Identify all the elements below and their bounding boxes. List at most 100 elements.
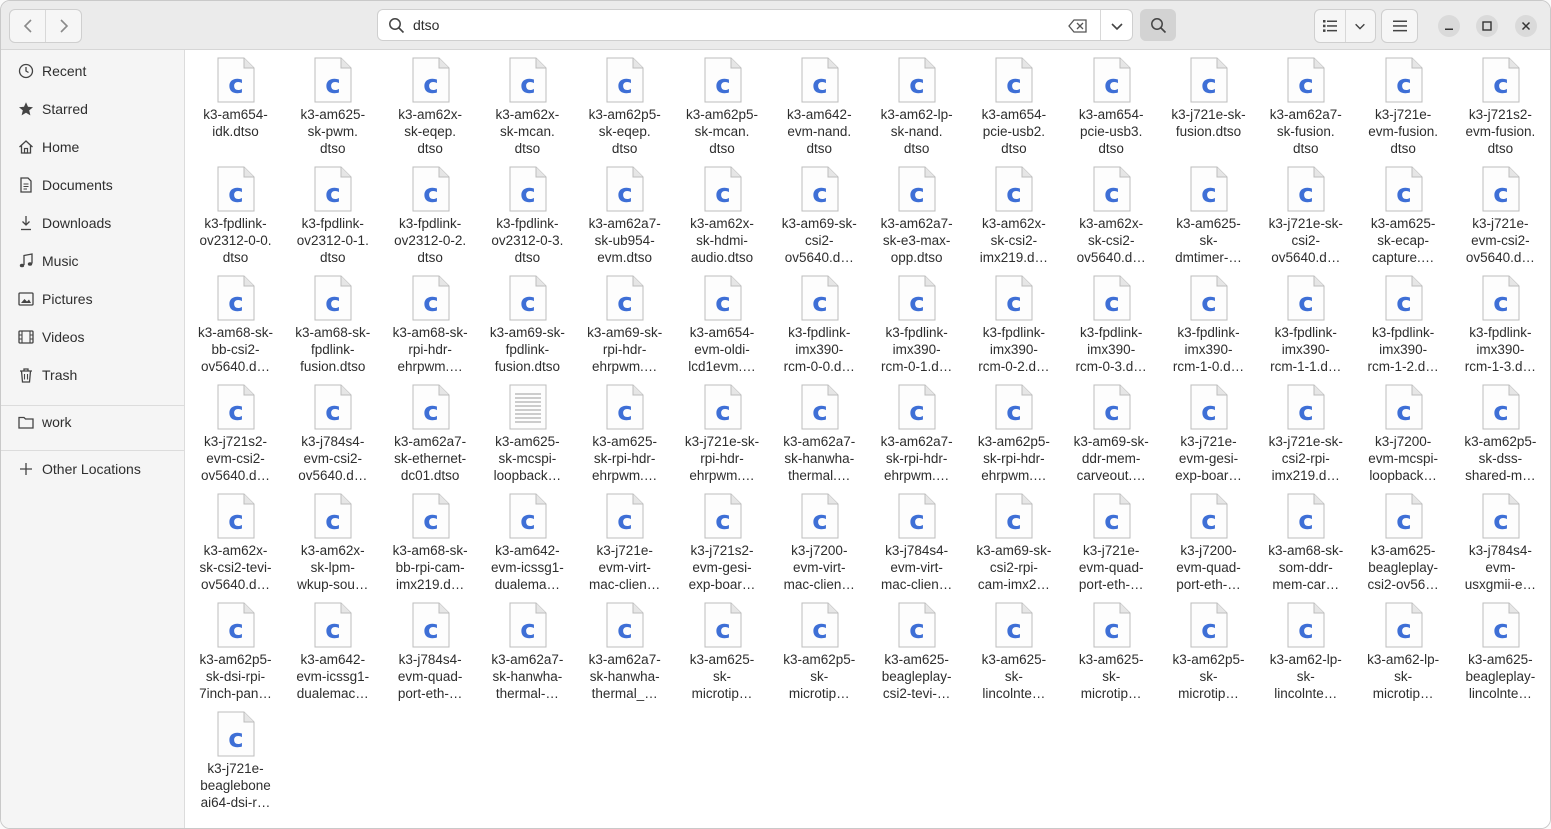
main-menu-button[interactable] bbox=[1381, 9, 1418, 43]
minimize-button[interactable] bbox=[1438, 15, 1460, 37]
file-item[interactable]: c k3-am62x- sk-csi2- imx219.d… bbox=[965, 160, 1062, 269]
file-item[interactable]: c k3-am62x- sk-hdmi- audio.dtso bbox=[674, 160, 771, 269]
list-view-button[interactable] bbox=[1315, 10, 1345, 42]
file-item[interactable]: c k3-am62p5- sk- microtip… bbox=[771, 596, 868, 705]
file-item[interactable]: c k3-fpdlink- ov2312-0-2. dtso bbox=[382, 160, 479, 269]
file-item[interactable]: c k3-fpdlink- ov2312-0-1. dtso bbox=[284, 160, 381, 269]
file-item[interactable]: c k3-j721s2- evm-gesi- exp-boar… bbox=[674, 487, 771, 596]
file-item[interactable]: c k3-am69-sk- csi2-rpi- cam-imx2… bbox=[965, 487, 1062, 596]
file-item[interactable]: c k3-am69-sk- csi2- ov5640.d… bbox=[771, 160, 868, 269]
search-input[interactable]: dtso bbox=[377, 9, 1133, 41]
file-item[interactable]: c k3-am62a7- sk-fusion. dtso bbox=[1257, 51, 1354, 160]
file-item[interactable]: c k3-am62a7- sk-e3-max- opp.dtso bbox=[868, 160, 965, 269]
file-item[interactable]: c k3-am68-sk- bb-rpi-cam- imx219.d… bbox=[382, 487, 479, 596]
sidebar-item-recent[interactable]: Recent bbox=[1, 53, 184, 89]
file-item[interactable]: c k3-j721e- evm-quad- port-eth-… bbox=[1063, 487, 1160, 596]
file-item[interactable]: c k3-am62x- sk-csi2- ov5640.d… bbox=[1063, 160, 1160, 269]
sidebar-item-home[interactable]: Home bbox=[1, 129, 184, 165]
file-item[interactable]: c k3-am62a7- sk-hanwha- thermal.… bbox=[771, 378, 868, 487]
file-item[interactable]: c k3-am642- evm-icssg1- dualema… bbox=[479, 487, 576, 596]
file-item[interactable]: c k3-am62p5- sk-dss- shared-m… bbox=[1452, 378, 1549, 487]
file-item[interactable]: c k3-fpdlink- ov2312-0-3. dtso bbox=[479, 160, 576, 269]
file-item[interactable]: c k3-am654- evm-oldi- lcd1evm.… bbox=[674, 269, 771, 378]
search-query[interactable]: dtso bbox=[413, 17, 439, 33]
file-item[interactable]: c k3-am625- sk- dmtimer-… bbox=[1160, 160, 1257, 269]
file-item[interactable]: c k3-j7200- evm-mcspi- loopback… bbox=[1355, 378, 1452, 487]
file-item[interactable]: c k3-j721e-sk- csi2- ov5640.d… bbox=[1257, 160, 1354, 269]
file-item[interactable]: c k3-j721s2- evm-fusion. dtso bbox=[1452, 51, 1549, 160]
maximize-button[interactable] bbox=[1476, 15, 1498, 37]
file-item[interactable]: c k3-am654- pcie-usb3. dtso bbox=[1063, 51, 1160, 160]
file-item[interactable]: c k3-fpdlink- imx390- rcm-0-3.d… bbox=[1063, 269, 1160, 378]
file-item[interactable]: c k3-am62p5- sk-rpi-hdr- ehrpwm.… bbox=[965, 378, 1062, 487]
file-item[interactable]: c k3-fpdlink- imx390- rcm-1-0.d… bbox=[1160, 269, 1257, 378]
view-options-button[interactable] bbox=[1344, 10, 1376, 42]
sidebar-item-starred[interactable]: Starred bbox=[1, 91, 184, 127]
file-item[interactable]: c k3-am642- evm-icssg1- dualemac… bbox=[284, 596, 381, 705]
file-item[interactable]: c k3-am642- evm-nand. dtso bbox=[771, 51, 868, 160]
file-item[interactable]: c k3-j721e- beaglebone ai64-dsi-r… bbox=[187, 705, 284, 814]
sidebar-item-trash[interactable]: Trash bbox=[1, 357, 184, 393]
file-item[interactable]: c k3-j721e- evm-fusion. dtso bbox=[1355, 51, 1452, 160]
file-item[interactable]: c k3-fpdlink- imx390- rcm-1-3.d… bbox=[1452, 269, 1549, 378]
file-item[interactable]: c k3-am625- sk-pwm. dtso bbox=[284, 51, 381, 160]
file-item[interactable]: c k3-j784s4- evm- usxgmii-e… bbox=[1452, 487, 1549, 596]
file-item[interactable]: c k3-am62-lp- sk-nand. dtso bbox=[868, 51, 965, 160]
file-item[interactable]: c k3-j784s4- evm-virt- mac-clien… bbox=[868, 487, 965, 596]
file-item[interactable]: c k3-fpdlink- imx390- rcm-0-1.d… bbox=[868, 269, 965, 378]
file-item[interactable]: c k3-am68-sk- rpi-hdr- ehrpwm.… bbox=[382, 269, 479, 378]
file-item[interactable]: k3-am625- sk-mcspi- loopback… bbox=[479, 378, 576, 487]
file-item[interactable]: c k3-am654- pcie-usb2. dtso bbox=[965, 51, 1062, 160]
back-button[interactable] bbox=[10, 10, 45, 42]
file-item[interactable]: c k3-am625- sk-rpi-hdr- ehrpwm.… bbox=[576, 378, 673, 487]
sidebar-item-other-locations[interactable]: Other Locations bbox=[1, 451, 184, 487]
file-item[interactable]: c k3-am69-sk- ddr-mem- carveout.… bbox=[1063, 378, 1160, 487]
file-item[interactable]: c k3-am62a7- sk-ub954- evm.dtso bbox=[576, 160, 673, 269]
file-item[interactable]: c k3-j721e-sk- fusion.dtso bbox=[1160, 51, 1257, 160]
file-item[interactable]: c k3-j721e- evm-csi2- ov5640.d… bbox=[1452, 160, 1549, 269]
sidebar-item-pictures[interactable]: Pictures bbox=[1, 281, 184, 317]
file-item[interactable]: c k3-am68-sk- som-ddr- mem-car… bbox=[1257, 487, 1354, 596]
file-item[interactable]: c k3-am625- beagleplay- csi2-tevi-… bbox=[868, 596, 965, 705]
sidebar-item-documents[interactable]: Documents bbox=[1, 167, 184, 203]
file-item[interactable]: c k3-fpdlink- imx390- rcm-0-2.d… bbox=[965, 269, 1062, 378]
file-item[interactable]: c k3-am625- sk- lincolnte… bbox=[965, 596, 1062, 705]
chevron-down-icon[interactable] bbox=[1109, 18, 1125, 34]
file-item[interactable]: c k3-am625- beagleplay- csi2-ov56… bbox=[1355, 487, 1452, 596]
forward-button[interactable] bbox=[45, 10, 81, 42]
sidebar-item-music[interactable]: Music bbox=[1, 243, 184, 279]
file-item[interactable]: c k3-j721e-sk- rpi-hdr- ehrpwm.… bbox=[674, 378, 771, 487]
sidebar-item-work[interactable]: work bbox=[1, 404, 184, 440]
file-item[interactable]: c k3-fpdlink- imx390- rcm-1-1.d… bbox=[1257, 269, 1354, 378]
file-item[interactable]: c k3-am62x- sk-csi2-tevi- ov5640.d… bbox=[187, 487, 284, 596]
clear-search-icon[interactable] bbox=[1068, 18, 1088, 34]
file-item[interactable]: c k3-j784s4- evm-quad- port-eth-… bbox=[382, 596, 479, 705]
file-item[interactable]: c k3-am625- sk- microtip… bbox=[1063, 596, 1160, 705]
file-item[interactable]: c k3-am62p5- sk- microtip… bbox=[1160, 596, 1257, 705]
file-item[interactable]: c k3-am625- beagleplay- lincolnte… bbox=[1452, 596, 1549, 705]
file-item[interactable]: c k3-am62a7- sk-hanwha- thermal_… bbox=[576, 596, 673, 705]
file-item[interactable]: c k3-am62p5- sk-dsi-rpi- 7inch-pan… bbox=[187, 596, 284, 705]
file-item[interactable]: c k3-am62x- sk-mcan. dtso bbox=[479, 51, 576, 160]
file-item[interactable]: c k3-j721s2- evm-csi2- ov5640.d… bbox=[187, 378, 284, 487]
file-item[interactable]: c k3-am62a7- sk-rpi-hdr- ehrpwm.… bbox=[868, 378, 965, 487]
file-item[interactable]: c k3-fpdlink- imx390- rcm-0-0.d… bbox=[771, 269, 868, 378]
file-item[interactable]: c k3-j721e- evm-virt- mac-clien… bbox=[576, 487, 673, 596]
file-item[interactable]: c k3-am69-sk- fpdlink- fusion.dtso bbox=[479, 269, 576, 378]
file-item[interactable]: c k3-j784s4- evm-csi2- ov5640.d… bbox=[284, 378, 381, 487]
file-item[interactable]: c k3-am62a7- sk-hanwha- thermal-… bbox=[479, 596, 576, 705]
file-item[interactable]: c k3-am654- idk.dtso bbox=[187, 51, 284, 160]
file-item[interactable]: c k3-am62p5- sk-eqep. dtso bbox=[576, 51, 673, 160]
file-item[interactable]: c k3-am68-sk- bb-csi2- ov5640.d… bbox=[187, 269, 284, 378]
close-button[interactable] bbox=[1515, 15, 1537, 37]
file-item[interactable]: c k3-j721e-sk- csi2-rpi- imx219.d… bbox=[1257, 378, 1354, 487]
sidebar-item-downloads[interactable]: Downloads bbox=[1, 205, 184, 241]
file-item[interactable]: c k3-am62p5- sk-mcan. dtso bbox=[674, 51, 771, 160]
file-item[interactable]: c k3-fpdlink- imx390- rcm-1-2.d… bbox=[1355, 269, 1452, 378]
file-item[interactable]: c k3-am62x- sk-lpm- wkup-sou… bbox=[284, 487, 381, 596]
search-toggle-button[interactable] bbox=[1140, 9, 1176, 41]
file-item[interactable]: c k3-am625- sk-ecap- capture.… bbox=[1355, 160, 1452, 269]
file-item[interactable]: c k3-j7200- evm-virt- mac-clien… bbox=[771, 487, 868, 596]
file-item[interactable]: c k3-am625- sk- microtip… bbox=[674, 596, 771, 705]
file-item[interactable]: c k3-am62-lp- sk- lincolnte… bbox=[1257, 596, 1354, 705]
